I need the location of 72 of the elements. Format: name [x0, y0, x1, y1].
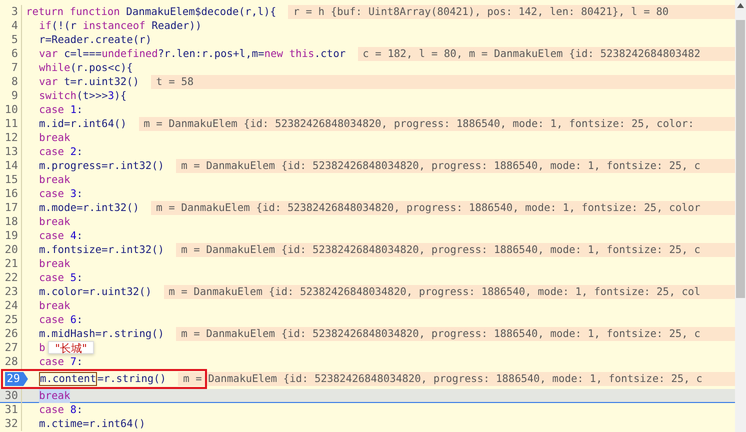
code-line: m.midHash=r.string() [38, 327, 164, 341]
breakpoint-marker[interactable]: 29 [4, 372, 28, 386]
inline-value: r = h {buf: Uint8Array(80421), pos: 142, len: 80421}, l = 80 [288, 5, 735, 19]
code-line: case 3: [38, 187, 83, 201]
line-number: 3 [11, 5, 18, 19]
line-number: 4 [11, 19, 18, 33]
scrollbar[interactable] [735, 0, 746, 432]
line-number: 10 [4, 103, 18, 117]
code-line: var c=l===undefined?r.len:r.pos+l,m=new this.ctor [38, 47, 346, 61]
inline-value: m = DanmakuElem {id: 52382426848034820, progress: 1886540, mode: 1, fontsize: 25, c [176, 327, 735, 341]
line-number: 17 [4, 201, 18, 215]
code-line: break [38, 257, 70, 271]
inline-value: m = DanmakuElem {id: 52382426848034820, progress: 1886540, mode: 1, fontsize: 25, c [176, 243, 735, 257]
line-number: 8 [11, 75, 18, 89]
code-line: break [38, 215, 70, 229]
inline-value: c = 182, l = 80, m = DanmakuElem {id: 5238242684803482 [358, 47, 735, 61]
inline-value: m = DanmakuElem {id: 52382426848034820, progress: 1886540, mode: 1, fontsize: 25, color [151, 201, 735, 215]
line-number: 28 [4, 355, 18, 369]
code-line: m.fontsize=r.int32() [38, 243, 164, 257]
line-number: 32 [4, 417, 18, 431]
line-number: 16 [4, 187, 18, 201]
code-line: case 6: [38, 313, 83, 327]
code-line: m.color=r.uint32() [38, 285, 152, 299]
code-line: case 2: [38, 145, 83, 159]
code-line: case 1: [38, 103, 83, 117]
code-line: case 8: [38, 403, 83, 417]
line-number: 19 [4, 229, 18, 243]
code-line: var t=r.uint32() [38, 75, 140, 89]
inline-value: t = 58 [151, 75, 735, 89]
code-line: break [38, 173, 70, 187]
code-line: m.ctime=r.int64() [38, 417, 146, 431]
line-number: 25 [4, 313, 18, 327]
code-line: if(!(r instanceof Reader)) [38, 19, 202, 33]
line-number: 5 [11, 33, 18, 47]
code-line: r=Reader.create(r) [38, 33, 152, 47]
scroll-up-icon[interactable] [737, 3, 744, 8]
code-line: return function DanmakuElem$decode(r,l){ [25, 5, 276, 19]
code-line: m.id=r.int64() [38, 117, 127, 131]
line-number: 27 [4, 341, 18, 355]
line-number: 12 [4, 131, 18, 145]
code-line: case 4: [38, 229, 83, 243]
inline-value: m = DanmakuElem {id: 52382426848034820, progress: 1886540, mode: 1, fontsize: 25, c [178, 372, 735, 386]
scroll-thumb[interactable] [736, 20, 745, 298]
line-number: 9 [11, 89, 18, 103]
line-number: 20 [4, 243, 18, 257]
line-number: 14 [4, 159, 18, 173]
code-line: break [38, 299, 70, 313]
line-number: 26 [4, 327, 18, 341]
code-line: m.progress=r.int32() [38, 159, 164, 173]
code-line: case 7: [38, 355, 83, 369]
line-number: 31 [4, 403, 18, 417]
line-number: 23 [4, 285, 18, 299]
value-tooltip: "长城" [48, 341, 94, 354]
code-line: while(r.pos<c){ [38, 61, 133, 75]
inline-value: m = DanmakuElem {id: 52382426848034820, progress: 1886540, mode: 1, fontsize: 25, c [176, 159, 735, 173]
line-number: 18 [4, 215, 18, 229]
code-line: b [38, 341, 46, 355]
line-number: 30 [4, 389, 18, 403]
line-number: 6 [11, 47, 18, 61]
line-number: 13 [4, 145, 18, 159]
line-number: 24 [4, 299, 18, 313]
line-number: 21 [4, 257, 18, 271]
line-number: 11 [4, 117, 18, 131]
code-line: case 5: [38, 271, 83, 285]
inline-value: m = DanmakuElem {id: 52382426848034820, progress: 1886540, mode: 1, fontsize: 25, color: [138, 117, 735, 131]
line-number: 15 [4, 173, 18, 187]
line-number: 7 [11, 61, 18, 75]
code-line: switch(t>>>3){ [38, 89, 127, 103]
line-number: 22 [4, 271, 18, 285]
code-line: break [38, 131, 70, 145]
inline-value: m = DanmakuElem {id: 52382426848034820, progress: 1886540, mode: 1, fontsize: 25, col [164, 285, 735, 299]
code-line: m.mode=r.int32() [38, 201, 140, 215]
